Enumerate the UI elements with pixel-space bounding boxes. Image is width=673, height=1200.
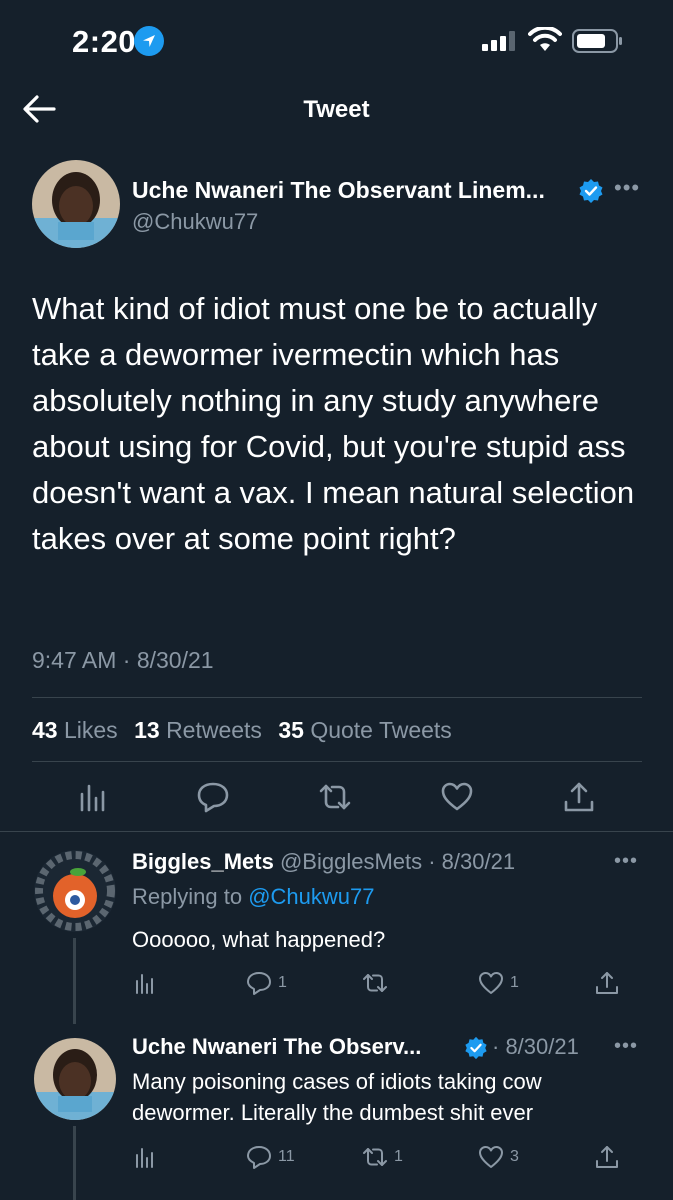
mention-link[interactable]: @Chukwu77 bbox=[248, 884, 374, 909]
tweet-action-bar bbox=[0, 780, 673, 820]
reply-button[interactable]: 11 bbox=[246, 1142, 295, 1172]
divider bbox=[0, 831, 673, 832]
retweet-icon[interactable] bbox=[318, 780, 352, 814]
reply-author-name[interactable]: Biggles_Mets bbox=[132, 849, 274, 874]
reply-count: 11 bbox=[278, 1148, 295, 1165]
avatar[interactable] bbox=[34, 1038, 116, 1120]
battery-icon bbox=[572, 29, 622, 53]
analytics-icon[interactable] bbox=[76, 780, 110, 814]
top-header: Tweet bbox=[0, 82, 673, 138]
reply-date[interactable]: · 8/30/21 bbox=[492, 1034, 579, 1060]
tweet-timestamp: 9:47 AM · 8/30/21 bbox=[32, 647, 214, 673]
retweets-stat[interactable]: 13 Retweets bbox=[134, 717, 262, 743]
more-icon[interactable]: ••• bbox=[614, 850, 638, 873]
wifi-icon bbox=[528, 27, 562, 51]
like-icon bbox=[479, 972, 503, 994]
reply-text: Many poisoning cases of idiots taking co… bbox=[132, 1069, 542, 1125]
status-bar: 2:20 bbox=[0, 0, 673, 82]
retweet-count: 1 bbox=[394, 1148, 403, 1165]
reply-icon bbox=[247, 972, 271, 995]
page-title: Tweet bbox=[303, 96, 370, 123]
like-button[interactable]: 3 bbox=[478, 1142, 519, 1172]
avatar[interactable] bbox=[32, 160, 120, 248]
avatar[interactable] bbox=[34, 850, 116, 932]
replying-to: Replying to @Chukwu77 bbox=[132, 884, 375, 909]
divider bbox=[32, 697, 642, 698]
like-icon bbox=[479, 1146, 503, 1168]
thread-line bbox=[73, 1126, 76, 1200]
verified-badge-icon bbox=[465, 1036, 487, 1060]
likes-stat[interactable]: 43 Likes bbox=[32, 717, 118, 743]
tweet-stats: 43 Likes 13 Retweets 35 Quote Tweets bbox=[32, 717, 452, 744]
verified-badge-icon bbox=[579, 179, 603, 203]
status-time: 2:20 bbox=[72, 24, 137, 59]
share-icon[interactable] bbox=[594, 1142, 620, 1172]
like-count: 1 bbox=[510, 974, 519, 991]
reply-icon[interactable] bbox=[196, 780, 230, 814]
retweet-button[interactable]: 1 bbox=[362, 1142, 403, 1172]
reply-icon bbox=[247, 1146, 271, 1169]
signal-icon bbox=[482, 31, 515, 51]
retweet-icon bbox=[363, 1148, 387, 1166]
tweet-text: What kind of idiot must one be to actual… bbox=[32, 291, 635, 556]
share-icon[interactable] bbox=[562, 780, 596, 814]
author-handle[interactable]: @Chukwu77 bbox=[132, 209, 258, 235]
like-button[interactable]: 1 bbox=[478, 968, 519, 998]
reply-header: Uche Nwaneri The Observ... bbox=[132, 1034, 421, 1060]
reply-count: 1 bbox=[278, 974, 287, 991]
author-name[interactable]: Uche Nwaneri The Observant Linem... bbox=[132, 177, 545, 204]
more-icon[interactable]: ••• bbox=[614, 1035, 638, 1058]
share-icon[interactable] bbox=[594, 968, 620, 998]
reply-text: Oooooo, what happened? bbox=[132, 927, 386, 952]
reply-author-name[interactable]: Uche Nwaneri The Observ... bbox=[132, 1034, 421, 1059]
reply-header: Biggles_Mets @BigglesMets · 8/30/21 bbox=[132, 849, 515, 875]
divider bbox=[32, 761, 642, 762]
analytics-icon[interactable] bbox=[132, 968, 158, 998]
more-icon[interactable]: ••• bbox=[614, 176, 644, 206]
quote-tweets-stat[interactable]: 35 Quote Tweets bbox=[278, 717, 451, 743]
like-count: 3 bbox=[510, 1148, 519, 1165]
like-icon[interactable] bbox=[440, 780, 474, 814]
analytics-icon[interactable] bbox=[132, 1142, 158, 1172]
retweet-button[interactable] bbox=[362, 968, 394, 998]
retweet-icon bbox=[363, 974, 387, 992]
reply-handle-date[interactable]: @BigglesMets · 8/30/21 bbox=[280, 849, 515, 874]
reply-button[interactable]: 1 bbox=[246, 968, 287, 998]
thread-line bbox=[73, 938, 76, 1024]
location-arrow-icon bbox=[134, 26, 164, 56]
